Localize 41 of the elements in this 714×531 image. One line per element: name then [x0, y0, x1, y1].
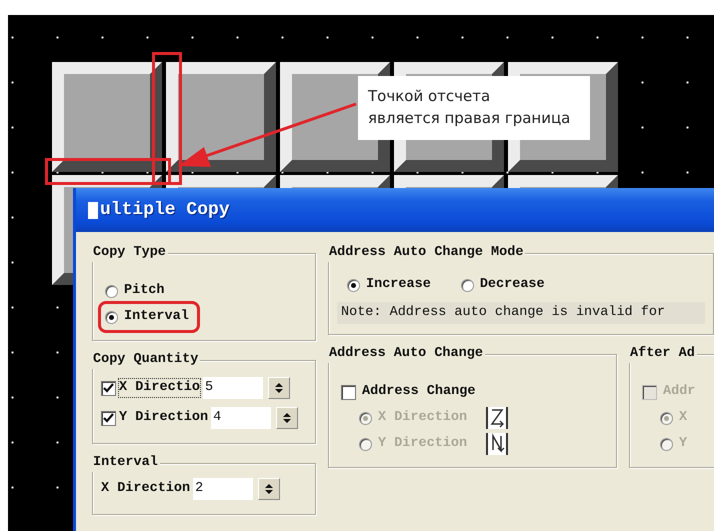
number-field[interactable]: 5: [203, 377, 264, 399]
up-down-arrows-icon: [282, 412, 292, 424]
radio-button[interactable]: [105, 310, 118, 324]
option-label: Y: [679, 435, 688, 453]
radio-button[interactable]: [347, 278, 360, 292]
window-title: ultiple Copy: [100, 200, 230, 220]
option-label: X Direction: [378, 409, 468, 427]
number-field[interactable]: 4: [211, 407, 272, 429]
group-title: Interval: [91, 454, 160, 472]
spinner-button[interactable]: [268, 377, 290, 399]
field-label: X Direction: [101, 480, 190, 498]
checkbox-label: Address Change: [362, 383, 476, 401]
checkbox-label: Addr: [663, 383, 696, 401]
group-title: Copy Type: [91, 244, 168, 262]
option-label: Interval: [124, 308, 189, 326]
checkbox[interactable]: [341, 384, 356, 400]
option-label: X: [679, 409, 688, 427]
group-title: Address Auto Change: [327, 345, 485, 363]
checkbox[interactable]: [101, 410, 116, 426]
number-field[interactable]: 2: [193, 478, 254, 500]
group-title: Address Auto Change Mode: [327, 244, 526, 262]
window-icon: [88, 202, 98, 218]
radio-button[interactable]: [105, 284, 118, 298]
radio-button[interactable]: [460, 278, 474, 292]
option-label: Y Direction: [378, 435, 468, 453]
callout-text: Точкой отсчета является правая граница: [358, 76, 590, 140]
spinner-button[interactable]: [276, 407, 298, 429]
option-label: Increase: [366, 276, 431, 294]
option-label: Decrease: [480, 276, 545, 294]
checkbox-label: X Directio: [119, 379, 200, 397]
up-down-arrows-icon: [264, 483, 274, 495]
spinner-button[interactable]: [258, 478, 280, 500]
checkbox-label: Y Direction: [119, 409, 208, 427]
group-title: Copy Quantity: [91, 351, 200, 369]
note-text: Note: Address auto change is invalid for: [337, 302, 705, 324]
up-down-arrows-icon: [274, 382, 284, 394]
group-title: After Ad: [628, 345, 697, 363]
checkbox[interactable]: [101, 380, 116, 396]
option-label: Pitch: [124, 282, 165, 300]
n-order-icon: [485, 431, 510, 457]
z-order-icon: [485, 405, 510, 431]
